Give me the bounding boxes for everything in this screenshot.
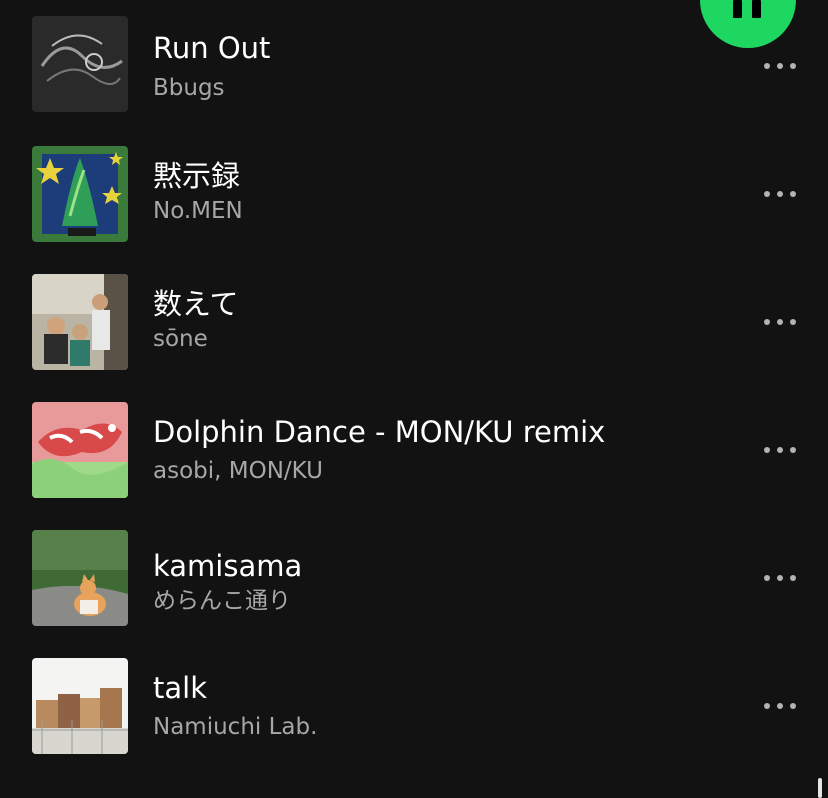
track-row[interactable]: Dolphin Dance - MON/KU remix asobi, MON/… xyxy=(0,384,828,512)
album-cover xyxy=(32,658,128,754)
more-options-button[interactable] xyxy=(756,310,804,334)
track-title: kamisama xyxy=(153,549,303,583)
more-options-button[interactable] xyxy=(756,54,804,78)
more-options-button[interactable] xyxy=(756,182,804,206)
album-cover xyxy=(32,402,128,498)
track-artist: sōne xyxy=(153,326,208,352)
track-row[interactable]: kamisama めらんこ通り xyxy=(0,512,828,640)
track-title: 黙示録 xyxy=(153,159,241,193)
more-options-button[interactable] xyxy=(756,566,804,590)
track-title: 数えて xyxy=(153,287,239,321)
track-row[interactable]: 数えて sōne xyxy=(0,256,828,384)
more-options-button[interactable] xyxy=(756,694,804,718)
album-cover xyxy=(32,16,128,112)
track-artist: めらんこ通り xyxy=(153,588,291,614)
album-cover xyxy=(32,274,128,370)
track-artist: Bbugs xyxy=(153,75,225,101)
track-artist: Namiuchi Lab. xyxy=(153,714,318,740)
album-cover xyxy=(32,146,128,242)
track-title: talk xyxy=(153,671,207,705)
album-cover xyxy=(32,530,128,626)
track-row[interactable]: talk Namiuchi Lab. xyxy=(0,640,828,768)
scrollbar[interactable] xyxy=(818,778,822,798)
track-row[interactable]: Run Out Bbugs xyxy=(0,0,828,126)
track-title: Dolphin Dance - MON/KU remix xyxy=(153,415,606,449)
track-row[interactable]: 黙示録 No.MEN xyxy=(0,128,828,256)
track-title: Run Out xyxy=(153,31,271,65)
more-options-button[interactable] xyxy=(756,438,804,462)
track-artist: asobi, MON/KU xyxy=(153,458,323,484)
track-artist: No.MEN xyxy=(153,198,243,224)
